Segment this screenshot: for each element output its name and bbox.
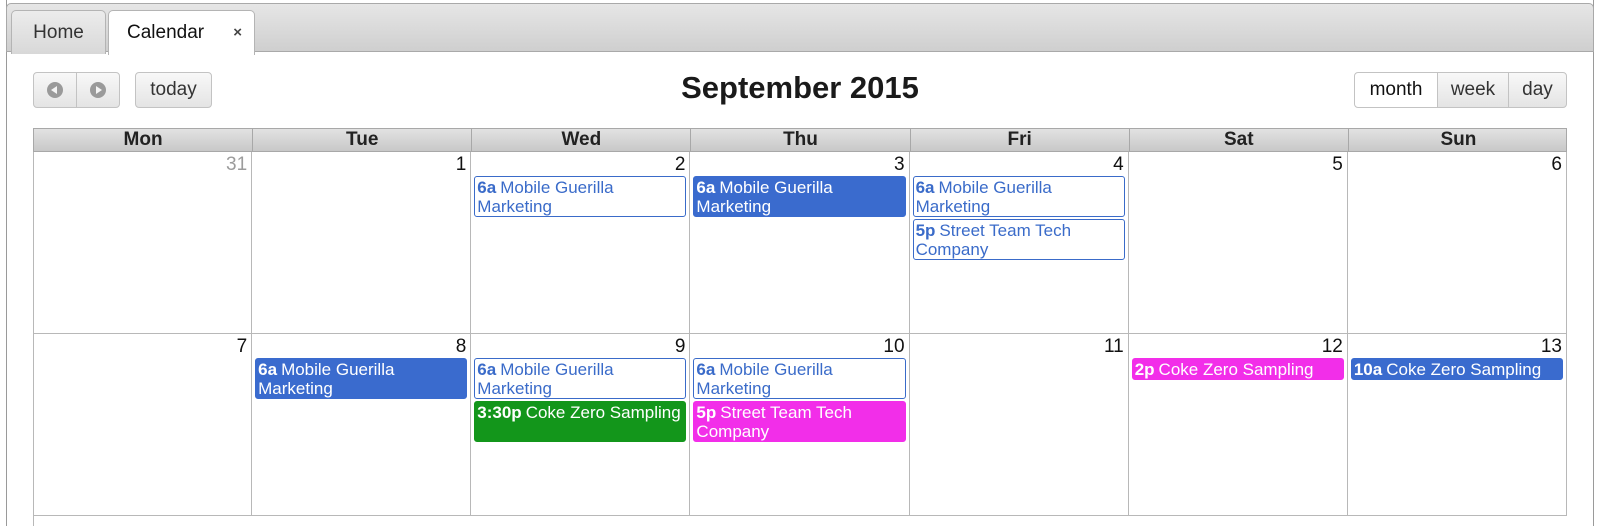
day-cell[interactable]: 1: [252, 152, 472, 334]
week-view-button[interactable]: week: [1437, 72, 1509, 108]
day-cell[interactable]: 13 10a Coke Zero Sampling: [1347, 334, 1567, 516]
calendar-event[interactable]: 2p Coke Zero Sampling: [1131, 358, 1344, 380]
event-title: Mobile Guerilla Marketing: [915, 178, 1052, 216]
tab-calendar-label: Calendar: [127, 22, 205, 43]
calendar-event[interactable]: 5p Street Team Tech Company: [912, 219, 1125, 260]
day-cell[interactable]: 2 6a Mobile Guerilla Marketing: [471, 152, 691, 334]
tab-bar: Home Calendar ×: [6, 3, 1594, 55]
weekday-fri: Fri: [911, 129, 1130, 151]
chevron-right-icon: [90, 82, 106, 98]
day-number: 6: [1551, 154, 1562, 175]
tab-home[interactable]: Home: [11, 10, 106, 54]
day-cell[interactable]: 12 2p Coke Zero Sampling: [1128, 334, 1348, 516]
day-number: 1: [455, 154, 467, 175]
weekday-sun: Sun: [1440, 129, 1477, 150]
day-cell[interactable]: 9 6a Mobile Guerilla Marketing 3:30p Coke Ze…: [471, 334, 691, 516]
day-number: 2: [674, 154, 686, 175]
day-cell[interactable]: 31: [33, 152, 253, 334]
day-number: 31: [226, 154, 248, 175]
calendar-event[interactable]: 10a Coke Zero Sampling: [1350, 358, 1563, 380]
weekday-wed: Wed: [472, 129, 692, 151]
event-title: Coke Zero Sampling: [1386, 360, 1542, 379]
weekday-sat: Sat: [1130, 129, 1349, 151]
day-number: 5: [1332, 154, 1343, 175]
event-title: Mobile Guerilla Marketing: [258, 360, 395, 398]
day-number: 9: [674, 336, 686, 357]
prev-month-button[interactable]: [33, 72, 77, 108]
month-grid: Mon Tue Wed Thu Fri Sat Sun 31 1 2 6a Mobile Gueri…: [33, 128, 1567, 526]
day-number: 8: [455, 336, 467, 357]
calendar-event[interactable]: 6a Mobile Guerilla Marketing: [912, 176, 1125, 217]
day-number: 10: [883, 336, 905, 357]
event-title: Coke Zero Sampling: [525, 403, 681, 422]
event-time: 5p: [915, 221, 936, 240]
event-time: 6a: [915, 178, 935, 197]
day-view-button[interactable]: day: [1508, 72, 1567, 108]
calendar-event[interactable]: 6a Mobile Guerilla Marketing: [255, 358, 468, 399]
day-cell[interactable]: 10 6a Mobile Guerilla Marketing 5p Street Te…: [690, 334, 910, 516]
day-cell[interactable]: 6: [1347, 152, 1567, 334]
event-time: 5p: [696, 403, 717, 422]
day-number: 13: [1540, 336, 1562, 357]
event-title: Street Team Tech Company: [696, 403, 852, 441]
calendar-event[interactable]: 5p Street Team Tech Company: [693, 401, 906, 442]
event-time: 10a: [1353, 360, 1383, 379]
event-time: 6a: [696, 360, 716, 379]
weekday-mon: Mon: [34, 129, 254, 151]
day-number: 7: [236, 336, 248, 357]
event-time: 2p: [1134, 360, 1155, 379]
event-time: 6a: [696, 178, 716, 197]
day-cell[interactable]: 5: [1128, 152, 1348, 334]
event-time: 6a: [477, 178, 497, 197]
day-number: 11: [1103, 336, 1124, 357]
day-cell[interactable]: 3 6a Mobile Guerilla Marketing: [690, 152, 910, 334]
day-cell[interactable]: 7: [33, 334, 253, 516]
event-time: 6a: [258, 360, 278, 379]
event-title: Mobile Guerilla Marketing: [477, 178, 614, 216]
calendar-title: September 2015: [681, 70, 919, 105]
calendar-event[interactable]: 6a Mobile Guerilla Marketing: [474, 358, 687, 399]
calendar-event[interactable]: 6a Mobile Guerilla Marketing: [474, 176, 687, 217]
calendar-event[interactable]: 3:30p Coke Zero Sampling: [474, 401, 687, 442]
event-time: 6a: [477, 360, 497, 379]
weekday-thu: Thu: [691, 129, 911, 151]
event-title: Mobile Guerilla Marketing: [477, 360, 614, 398]
calendar-event[interactable]: 6a Mobile Guerilla Marketing: [693, 176, 906, 217]
day-number: 3: [893, 154, 905, 175]
event-title: Coke Zero Sampling: [1158, 360, 1314, 379]
weekday-tue: Tue: [253, 129, 473, 151]
event-title: Mobile Guerilla Marketing: [696, 178, 833, 216]
event-title: Mobile Guerilla Marketing: [696, 360, 833, 398]
weekday-header: Mon Tue Wed Thu Fri Sat Sun: [33, 128, 1567, 152]
day-cell[interactable]: 8 6a Mobile Guerilla Marketing: [252, 334, 472, 516]
calendar-event[interactable]: 6a Mobile Guerilla Marketing: [693, 358, 906, 399]
chevron-left-icon: [47, 82, 63, 98]
event-time: 3:30p: [477, 403, 522, 422]
day-cell[interactable]: 4 6a Mobile Guerilla Marketing 5p Street Tea…: [909, 152, 1129, 334]
today-button[interactable]: today: [135, 72, 212, 108]
day-number: 4: [1113, 154, 1124, 175]
next-month-button[interactable]: [76, 72, 120, 108]
event-title: Street Team Tech Company: [915, 221, 1072, 259]
close-icon[interactable]: ×: [233, 24, 242, 42]
day-cell[interactable]: 11: [909, 334, 1129, 516]
tab-calendar[interactable]: Calendar ×: [108, 10, 255, 55]
month-view-button[interactable]: month: [1354, 72, 1438, 108]
day-number: 12: [1321, 336, 1343, 357]
